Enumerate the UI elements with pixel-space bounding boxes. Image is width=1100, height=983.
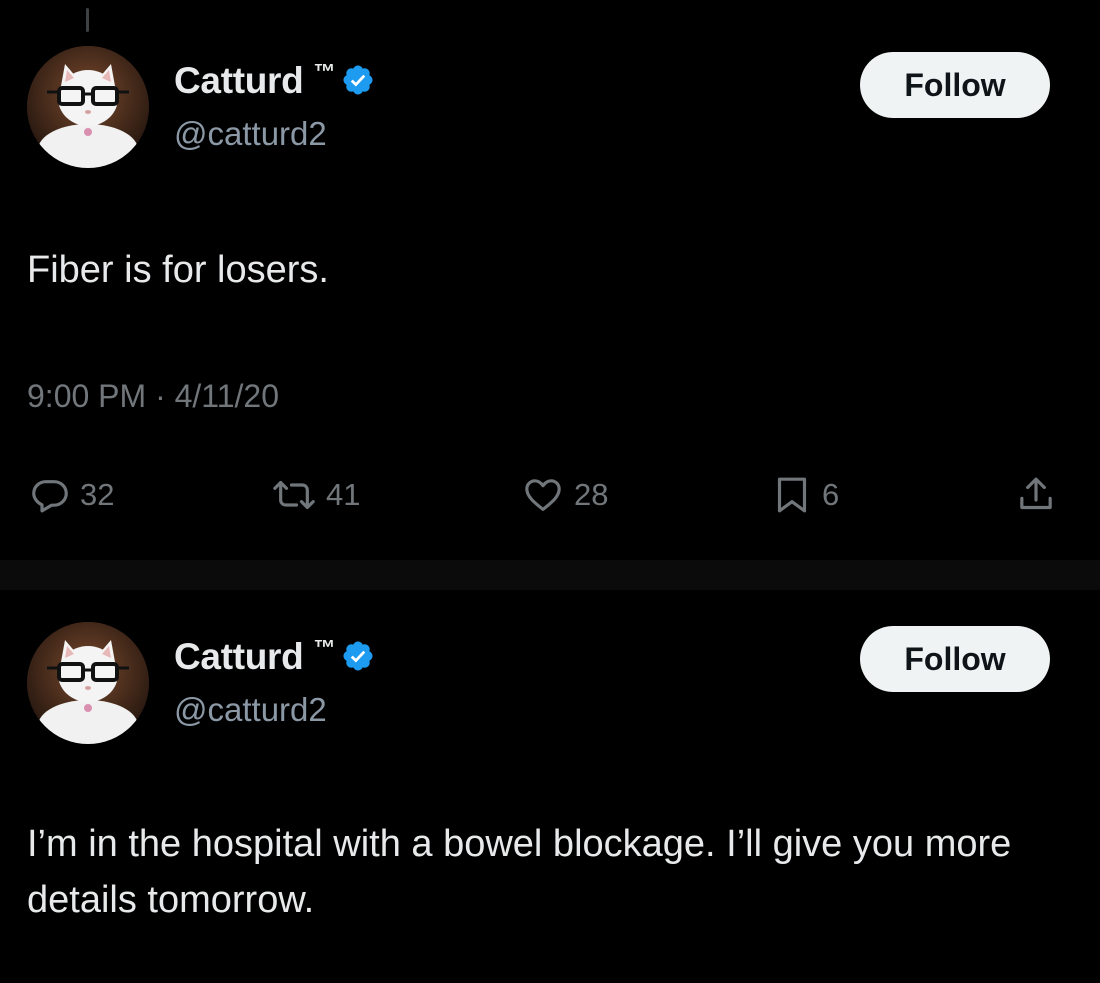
avatar[interactable] (27, 622, 149, 744)
author-display-name[interactable]: Catturd (174, 636, 304, 678)
cat-avatar-image (27, 46, 149, 168)
author-handle[interactable]: @catturd2 (174, 115, 327, 153)
author-name-row: Catturd ™ (174, 59, 375, 102)
trademark-mark: ™ (313, 635, 336, 660)
author-display-name[interactable]: Catturd (174, 60, 304, 102)
retweet-count: 41 (326, 477, 361, 512)
tweet-text: I’m in the hospital with a bowel blockag… (27, 823, 1022, 921)
cat-avatar-image (27, 622, 149, 744)
reply-button[interactable]: 32 (30, 470, 114, 520)
follow-button[interactable]: Follow (860, 626, 1050, 692)
like-count: 28 (574, 477, 609, 512)
reply-count: 32 (80, 477, 115, 512)
reply-icon (32, 480, 68, 513)
heart-icon (525, 479, 561, 511)
retweet-button[interactable]: 41 (272, 470, 360, 520)
verified-badge-icon[interactable] (341, 63, 375, 97)
bookmark-icon (777, 477, 807, 513)
share-button[interactable] (1016, 470, 1056, 520)
avatar[interactable] (27, 46, 149, 168)
verified-badge-icon[interactable] (341, 639, 375, 673)
tweet-action-bar: 32 41 28 6 (0, 470, 1100, 520)
tweet-divider (0, 560, 1100, 590)
tweet-2: Catturd ™ @catturd2 Follow I’m in the ho… (0, 590, 1100, 983)
author-name-row: Catturd ™ (174, 635, 375, 678)
follow-button[interactable]: Follow (860, 52, 1050, 118)
bookmark-count: 6 (822, 477, 840, 512)
tweet-timestamp[interactable]: 9:00 PM · 4/11/20 (27, 378, 279, 415)
tweet-text: Fiber is for losers. (27, 249, 329, 291)
like-button[interactable]: 28 (522, 470, 608, 520)
bookmark-button[interactable]: 6 (772, 470, 839, 520)
author-handle[interactable]: @catturd2 (174, 691, 327, 729)
tweet-1: Catturd ™ @catturd2 Follow Fiber is for … (0, 0, 1100, 560)
retweet-icon (273, 480, 315, 510)
share-icon (1020, 477, 1052, 510)
trademark-mark: ™ (313, 59, 336, 84)
